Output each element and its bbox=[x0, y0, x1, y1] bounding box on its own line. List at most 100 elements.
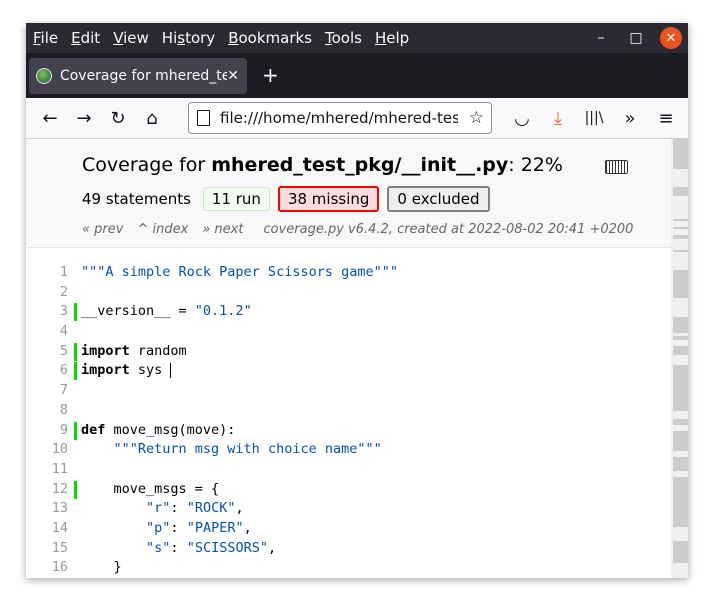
line-number[interactable]: 5 bbox=[26, 342, 68, 362]
code-token: } bbox=[81, 559, 122, 576]
line-code: def move_msg(move): bbox=[81, 421, 235, 441]
run-line-marker bbox=[74, 421, 77, 440]
string-token: "PAPER" bbox=[186, 519, 244, 536]
line-number[interactable]: 1 bbox=[26, 263, 68, 283]
scrollbar[interactable] bbox=[671, 139, 688, 578]
source-line: 10 """Return msg with choice name""" bbox=[26, 440, 671, 460]
source-line: 4 bbox=[26, 322, 671, 342]
tab-title: Coverage for mhered_test_pkg/__init__.py… bbox=[59, 68, 228, 84]
menu-accelerator: F bbox=[33, 29, 41, 47]
excluded-filter-button[interactable]: 0 excluded bbox=[387, 186, 490, 212]
tab-coverage[interactable]: Coverage for mhered_test_pkg/__init__.py… bbox=[29, 58, 247, 94]
missing-line-marker bbox=[673, 541, 688, 563]
report-nav-links: « prev ^ index » next coverage.py v6.4.2, c… bbox=[82, 222, 647, 237]
menu-item-file[interactable]: File bbox=[33, 29, 58, 47]
source-line: 3 __version__ = "0.1.2" bbox=[26, 302, 671, 322]
keyword-token: import bbox=[81, 342, 130, 359]
line-number[interactable]: 14 bbox=[26, 519, 68, 539]
menu-accelerator: T bbox=[325, 29, 332, 47]
code-token: , bbox=[267, 539, 277, 556]
menu-accelerator: H bbox=[374, 29, 387, 47]
index-link[interactable]: ^ index bbox=[137, 222, 188, 237]
maximize-button[interactable]: □ bbox=[625, 27, 647, 49]
menu-item-edit[interactable]: Edit bbox=[71, 29, 100, 47]
tab-bar: Coverage for mhered_test_pkg/__init__.py… bbox=[26, 53, 688, 98]
line-number[interactable]: 12 bbox=[26, 480, 68, 500]
missing-line-marker bbox=[673, 250, 688, 252]
source-line: 1 """A simple Rock Paper Scissors game""" bbox=[26, 263, 671, 283]
line-number[interactable]: 10 bbox=[26, 440, 68, 460]
url-bar[interactable]: file:///home/mhered/mhered-test-pkg/html… bbox=[188, 102, 492, 134]
source-line: 7 bbox=[26, 381, 671, 401]
line-number[interactable]: 6 bbox=[26, 361, 68, 381]
forward-icon[interactable]: → bbox=[67, 103, 101, 133]
code-token: , bbox=[235, 500, 244, 517]
new-tab-button[interactable]: + bbox=[262, 63, 279, 87]
run-filter-button[interactable]: 11 run bbox=[202, 187, 270, 211]
tab-close-icon[interactable]: ✕ bbox=[227, 68, 239, 84]
menu-item-view[interactable]: View bbox=[113, 29, 149, 47]
source-line: 2 bbox=[26, 283, 671, 303]
run-line-marker bbox=[74, 480, 77, 499]
hamburger-menu-icon[interactable]: ≡ bbox=[648, 103, 684, 133]
source-line: 12 move_msgs = { bbox=[26, 480, 671, 500]
line-number[interactable]: 8 bbox=[26, 401, 68, 421]
pocket-icon[interactable]: ◡ bbox=[504, 103, 540, 133]
keyword-token: import bbox=[81, 362, 130, 379]
line-number[interactable]: 11 bbox=[26, 460, 68, 480]
reload-icon[interactable]: ↻ bbox=[101, 103, 135, 133]
menubar: File Edit View History Bookmarks Tools Help – … bbox=[26, 23, 688, 53]
minimize-button[interactable]: – bbox=[590, 27, 612, 49]
menu-label-part: ools bbox=[331, 29, 362, 47]
library-icon[interactable]: |||\ bbox=[576, 103, 612, 133]
missing-line-marker bbox=[673, 346, 688, 355]
browser-window: File Edit View History Bookmarks Tools Help – … bbox=[26, 23, 688, 578]
page-title: Coverage for mhered_test_pkg/__init__.py… bbox=[82, 154, 563, 176]
toolbar-right: ◡ ⤓ |||\ » ≡ bbox=[504, 103, 684, 133]
code-token: sys bbox=[129, 362, 171, 379]
menu-label-part: iew bbox=[123, 29, 149, 47]
line-number[interactable]: 4 bbox=[26, 322, 68, 342]
bookmark-star-icon[interactable]: ☆ bbox=[469, 108, 484, 128]
line-number[interactable]: 7 bbox=[26, 381, 68, 401]
menu-label-part: elp bbox=[386, 29, 410, 47]
line-code: __version__ = "0.1.2" bbox=[81, 302, 252, 322]
code-token: move_msgs = { bbox=[81, 480, 220, 497]
menu-accelerator: s bbox=[177, 29, 186, 47]
missing-line-marker bbox=[673, 431, 688, 451]
line-number[interactable]: 2 bbox=[26, 283, 68, 303]
menu-item-history[interactable]: History bbox=[162, 29, 215, 47]
menu-item-tools[interactable]: Tools bbox=[325, 29, 362, 47]
home-icon[interactable]: ⌂ bbox=[135, 103, 169, 133]
downloads-icon[interactable]: ⤓ bbox=[540, 103, 576, 133]
line-number[interactable]: 9 bbox=[26, 421, 68, 441]
string-token: """A simple Rock Paper Scissors game""" bbox=[81, 264, 398, 280]
menu-item-help[interactable]: Help bbox=[375, 29, 409, 47]
missing-line-marker bbox=[673, 235, 688, 239]
keyboard-icon[interactable] bbox=[605, 160, 628, 174]
close-window-button[interactable]: ✕ bbox=[660, 27, 682, 49]
line-number[interactable]: 13 bbox=[26, 499, 68, 519]
line-number[interactable]: 15 bbox=[26, 539, 68, 559]
menu-items: File Edit View History Bookmarks Tools Help bbox=[26, 29, 415, 47]
scrollbar-thumb[interactable] bbox=[673, 139, 688, 169]
url-text[interactable]: file:///home/mhered/mhered-test-pkg/html… bbox=[220, 109, 458, 127]
favicon-icon bbox=[36, 68, 52, 84]
menu-item-bookmarks[interactable]: Bookmarks bbox=[228, 29, 312, 47]
prev-link[interactable]: « prev bbox=[82, 222, 123, 237]
title-file: mhered_test_pkg/__init__.py bbox=[211, 154, 509, 176]
line-number[interactable]: 16 bbox=[26, 558, 68, 578]
missing-line-marker bbox=[673, 227, 688, 229]
next-link[interactable]: » next bbox=[202, 222, 243, 237]
line-number[interactable]: 3 bbox=[26, 302, 68, 322]
source-line: 9 def move_msg(move): bbox=[26, 421, 671, 441]
page-content: Coverage for mhered_test_pkg/__init__.py… bbox=[26, 139, 688, 578]
text-cursor bbox=[170, 362, 172, 378]
back-icon[interactable]: ← bbox=[33, 103, 67, 133]
overflow-icon[interactable]: » bbox=[612, 103, 648, 133]
missing-line-marker bbox=[673, 270, 688, 298]
missing-filter-button[interactable]: 38 missing bbox=[277, 186, 380, 212]
